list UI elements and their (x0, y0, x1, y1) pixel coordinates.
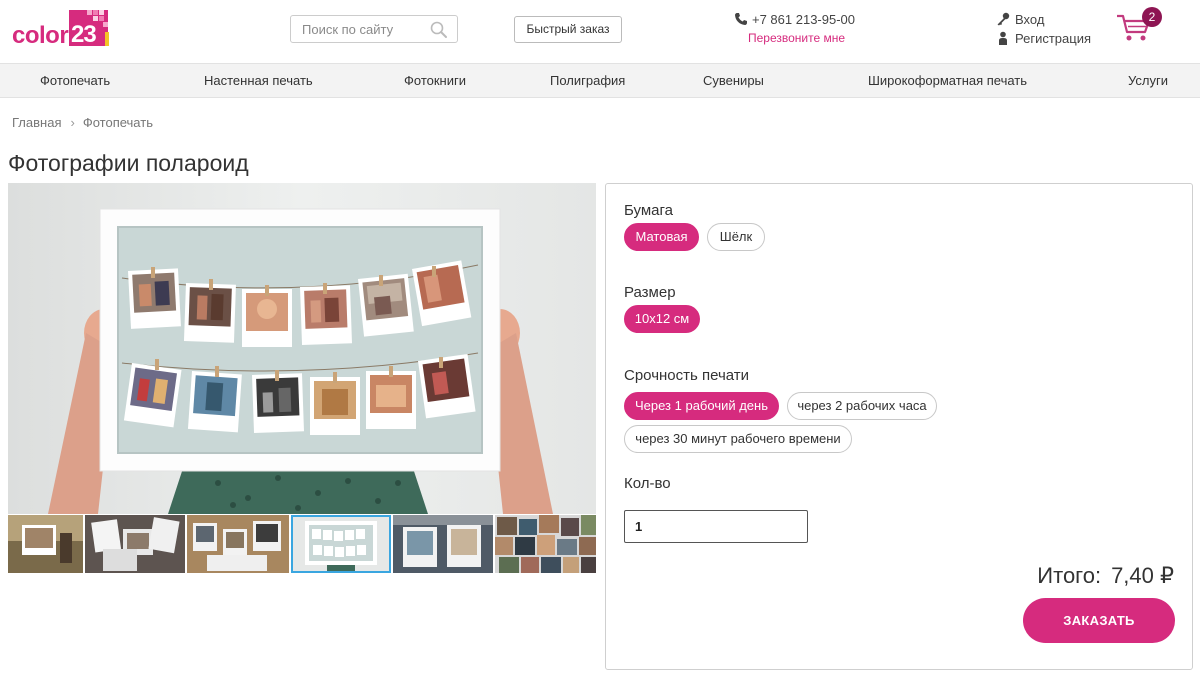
nav-item-photobooks[interactable]: Фотокниги (404, 73, 466, 88)
size-label: Размер (624, 284, 676, 301)
breadcrumb-separator: › (70, 115, 75, 130)
urgency-option-30-minutes[interactable]: через 30 минут рабочего времени (624, 425, 852, 453)
logo[interactable]: color 23 (12, 10, 112, 49)
search-input[interactable] (292, 17, 424, 41)
logo-number: 23 (71, 21, 97, 48)
quick-order-button[interactable]: Быстрый заказ (514, 16, 622, 43)
search-icon[interactable] (429, 20, 449, 40)
nav-item-souvenirs[interactable]: Сувениры (703, 73, 764, 88)
thumbnail-3[interactable] (187, 515, 289, 573)
breadcrumb-current[interactable]: Фотопечать (83, 115, 153, 130)
total-amount: 7,40 ₽ (1111, 563, 1174, 588)
key-icon (997, 12, 1010, 26)
size-option-10x12[interactable]: 10x12 см (624, 305, 700, 333)
user-icon (999, 31, 1007, 45)
breadcrumb: Главная › Фотопечать (12, 115, 153, 130)
urgency-label: Срочность печати (624, 367, 750, 384)
search-box (290, 15, 458, 43)
polaroid-frame-photo (8, 183, 596, 514)
site-header: color 23 Быстрый заказ +7 861 213-95-00 … (0, 0, 1200, 63)
nav-item-photo-print[interactable]: Фотопечать (40, 73, 110, 88)
quantity-input[interactable] (624, 510, 808, 543)
register-link[interactable]: Регистрация (996, 31, 1091, 46)
nav-item-wall-print[interactable]: Настенная печать (204, 73, 313, 88)
login-link[interactable]: Вход (996, 12, 1044, 27)
nav-item-services[interactable]: Услуги (1128, 73, 1168, 88)
phone-number[interactable]: +7 861 213-95-00 (734, 12, 855, 27)
paper-option-silk[interactable]: Шёлк (707, 223, 765, 251)
thumbnail-1[interactable] (8, 515, 83, 573)
product-main-image[interactable] (8, 183, 596, 514)
callback-link[interactable]: Перезвоните мне (748, 31, 845, 45)
logo-accent (105, 32, 109, 46)
cart-count-badge: 2 (1142, 7, 1162, 27)
thumbnail-2[interactable] (85, 515, 185, 573)
order-total: Итого: 7,40 ₽ (1037, 563, 1174, 589)
phone-text: +7 861 213-95-00 (752, 12, 856, 27)
order-button[interactable]: ЗАКАЗАТЬ (1023, 598, 1175, 643)
quantity-label: Кол-во (624, 475, 671, 492)
urgency-option-1-day[interactable]: Через 1 рабочий день (624, 392, 779, 420)
page-title: Фотографии полароид (8, 150, 249, 176)
order-options-panel: Бумага Матовая Шёлк Размер 10x12 см Сроч… (605, 183, 1193, 670)
paper-label: Бумага (624, 202, 673, 219)
main-nav: Фотопечать Настенная печать Фотокниги По… (0, 63, 1200, 98)
nav-item-polygraphy[interactable]: Полиграфия (550, 73, 625, 88)
phone-icon (735, 13, 747, 25)
login-label: Вход (1015, 12, 1045, 27)
nav-item-wide-format[interactable]: Широкоформатная печать (868, 73, 1027, 88)
total-label: Итого: (1037, 563, 1102, 588)
thumbnail-6[interactable] (495, 515, 596, 573)
urgency-option-2-hours[interactable]: через 2 рабочих часа (787, 392, 937, 420)
breadcrumb-home[interactable]: Главная (12, 115, 61, 130)
register-label: Регистрация (1015, 31, 1091, 46)
paper-option-matte[interactable]: Матовая (624, 223, 699, 251)
thumbnail-strip (8, 515, 596, 573)
logo-text: color (12, 22, 69, 49)
thumbnail-4[interactable] (291, 515, 391, 573)
thumbnail-5[interactable] (393, 515, 493, 573)
